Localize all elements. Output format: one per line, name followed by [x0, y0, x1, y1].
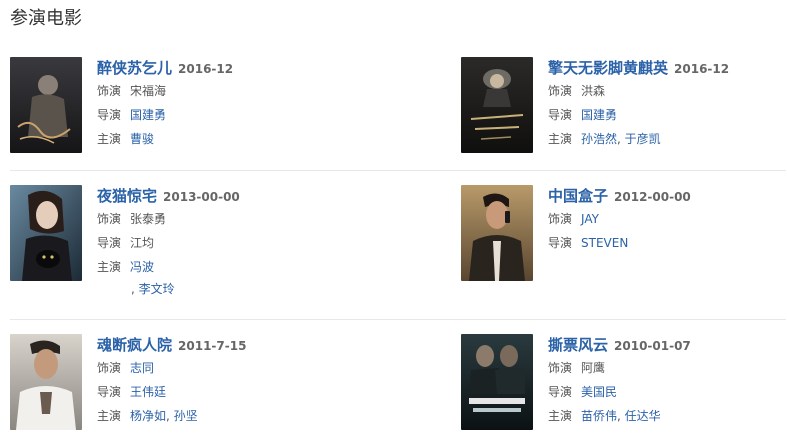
role-name: 宋福海 — [130, 84, 167, 98]
cast-label: 主演 — [97, 260, 122, 274]
role-label: 饰演 — [97, 212, 122, 226]
role-label: 饰演 — [97, 361, 122, 375]
cast-link[interactable]: 孙浩然 — [581, 132, 617, 146]
movie-poster[interactable] — [461, 57, 533, 153]
movie-date: 2010-01-07 — [614, 339, 691, 353]
movie-title-link[interactable]: 夜猫惊宅 — [97, 187, 157, 205]
movie-date: 2011-7-15 — [178, 339, 247, 353]
director-link[interactable]: 王伟廷 — [130, 385, 166, 399]
role-name: 洪森 — [581, 84, 606, 98]
cast-link[interactable]: 杨净如 — [130, 409, 166, 423]
role-label: 饰演 — [548, 212, 573, 226]
movie-title-link[interactable]: 醉侠苏乞儿 — [97, 59, 172, 77]
row-divider — [10, 319, 786, 320]
cast-label: 主演 — [548, 409, 573, 423]
cast-link[interactable]: 任达华 — [625, 409, 661, 423]
movie-date: 2016-12 — [178, 62, 234, 76]
movie-poster[interactable] — [10, 57, 82, 153]
movie-poster[interactable] — [10, 185, 82, 281]
movie-poster[interactable] — [461, 334, 533, 430]
movie-title-link[interactable]: 魂断疯人院 — [97, 336, 172, 354]
cast-separator: , — [131, 282, 139, 296]
director-label: 导演 — [548, 108, 573, 122]
movie-date: 2012-00-00 — [614, 190, 691, 204]
cast-separator: , — [166, 409, 174, 423]
movie-date: 2016-12 — [674, 62, 730, 76]
cast-label: 主演 — [97, 132, 122, 146]
cast-separator: , — [617, 132, 625, 146]
role-link[interactable]: JAY — [581, 212, 599, 226]
movie-poster[interactable] — [461, 185, 533, 281]
role-name: 张泰勇 — [130, 212, 167, 226]
cast-link[interactable]: 于彦凯 — [625, 132, 661, 146]
director-link[interactable]: STEVEN — [581, 236, 628, 250]
movie-title-link[interactable]: 撕票风云 — [548, 336, 608, 354]
director-label: 导演 — [548, 236, 573, 250]
role-name: 阿鹰 — [581, 361, 606, 375]
director-label: 导演 — [548, 385, 573, 399]
director-label: 导演 — [97, 385, 122, 399]
role-label: 饰演 — [97, 84, 122, 98]
cast-link[interactable]: 孙坚 — [174, 409, 198, 423]
director-label: 导演 — [97, 108, 122, 122]
movie-date: 2013-00-00 — [163, 190, 240, 204]
movie-title-link[interactable]: 中国盒子 — [548, 187, 608, 205]
cast-label: 主演 — [548, 132, 573, 146]
role-label: 饰演 — [548, 361, 573, 375]
role-label: 饰演 — [548, 84, 573, 98]
cast-separator: , — [617, 409, 625, 423]
director-name: 江均 — [130, 236, 155, 250]
cast-link[interactable]: 曹骏 — [130, 132, 154, 146]
row-divider — [10, 170, 786, 171]
cast-link[interactable]: 李文玲 — [139, 282, 175, 296]
director-link[interactable]: 美国民 — [581, 385, 617, 399]
movie-title-link[interactable]: 擎天无影脚黄麒英 — [548, 59, 668, 77]
director-label: 导演 — [97, 236, 122, 250]
role-link[interactable]: 志同 — [130, 361, 154, 375]
movie-poster[interactable] — [10, 334, 82, 430]
cast-label: 主演 — [97, 409, 122, 423]
section-title: 参演电影 — [10, 8, 82, 29]
director-link[interactable]: 国建勇 — [581, 108, 617, 122]
cast-link[interactable]: 苗侨伟 — [581, 409, 617, 423]
cast-link[interactable]: 冯波 — [130, 260, 154, 274]
director-link[interactable]: 国建勇 — [130, 108, 166, 122]
